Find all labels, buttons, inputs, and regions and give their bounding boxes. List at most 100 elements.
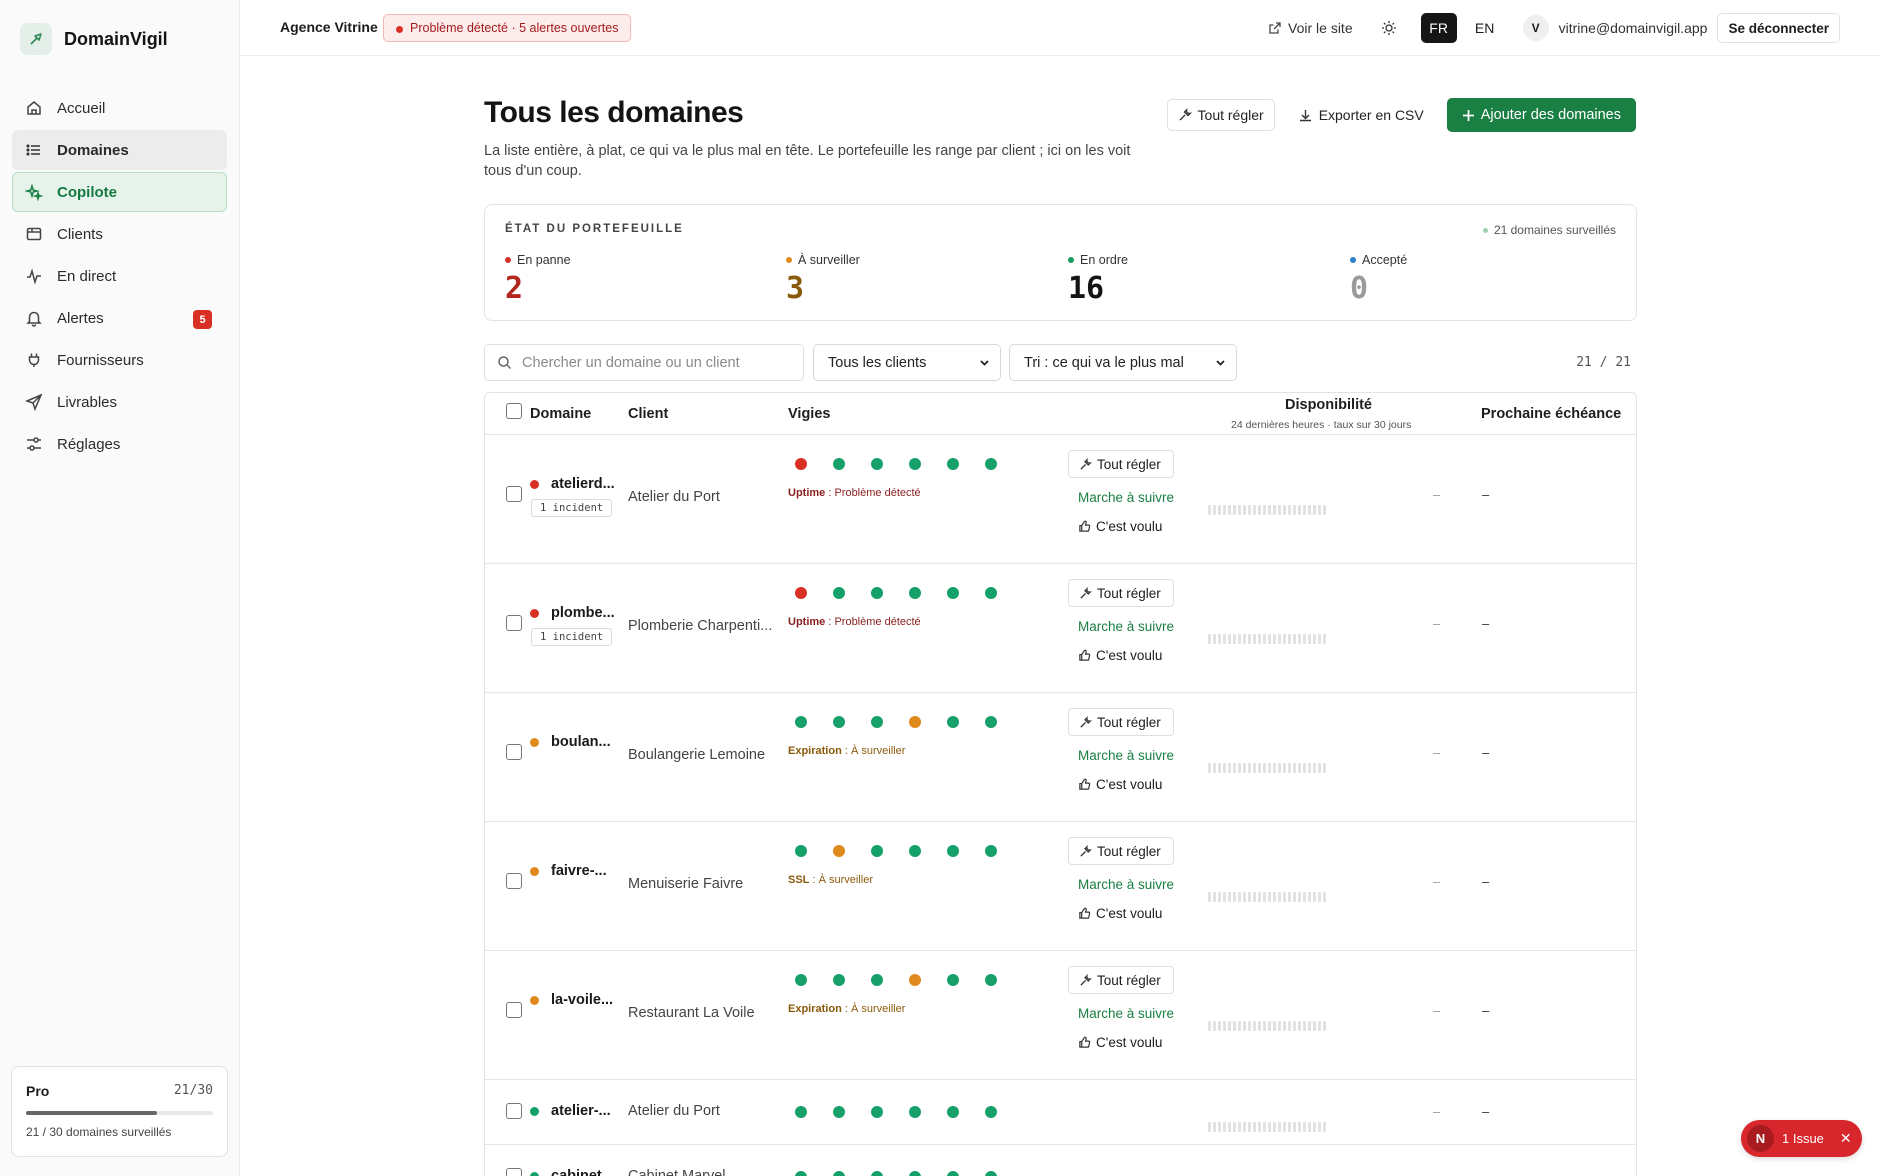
vigie-dot[interactable] [985,1106,997,1118]
row-checkbox[interactable] [506,1002,522,1018]
vigie-dot[interactable] [947,845,959,857]
vigie-dot[interactable] [795,458,807,470]
fix-all-row-button[interactable]: Tout régler [1068,579,1175,607]
table-row[interactable]: plombe... 1 incident Plomberie Charpenti..… [485,564,1636,693]
sidebar-item-accueil[interactable]: Accueil [12,88,227,128]
row-client[interactable]: Restaurant La Voile [628,1005,755,1021]
sidebar-item-copilote[interactable]: Copilote [12,172,227,212]
vigie-dot[interactable] [871,716,883,728]
row-domain[interactable]: cabinet... [551,1168,614,1176]
vigie-dot[interactable] [833,587,845,599]
table-row[interactable]: la-voile... Restaurant La Voile Expiration… [485,951,1636,1080]
vigie-dot[interactable] [909,1106,921,1118]
header-client[interactable]: Client [628,406,668,422]
row-checkbox[interactable] [506,744,522,760]
follow-steps-link[interactable]: Marche à suivre [1068,748,1174,763]
row-client[interactable]: Cabinet Marvel [628,1168,726,1176]
alert-status-pill[interactable]: Problème détecté · 5 alertes ouvertes [383,14,632,42]
issues-toast[interactable]: N 1 Issue ✕ [1741,1120,1862,1157]
vigie-dot[interactable] [985,974,997,986]
row-domain[interactable]: plombe... [551,605,615,621]
vigie-dot[interactable] [871,458,883,470]
lang-en-button[interactable]: EN [1467,13,1503,43]
vigie-dot[interactable] [985,458,997,470]
view-site-link[interactable]: Voir le site [1268,20,1353,36]
lang-fr-button[interactable]: FR [1420,13,1457,43]
avatar[interactable]: V [1522,15,1549,41]
header-next-deadline[interactable]: Prochaine échéance [1481,406,1621,422]
follow-steps-link[interactable]: Marche à suivre [1068,877,1174,892]
row-checkbox[interactable] [506,486,522,502]
export-csv-button[interactable]: Exporter en CSV [1286,99,1435,131]
select-all-checkbox[interactable] [506,403,522,419]
sidebar-item-clients[interactable]: Clients [12,214,227,254]
row-domain[interactable]: faivre-... [551,863,607,879]
intended-button[interactable]: C'est voulu [1068,777,1174,792]
fix-all-row-button[interactable]: Tout régler [1068,708,1175,736]
add-domains-button[interactable]: Ajouter des domaines [1446,98,1636,132]
row-domain[interactable]: atelier-... [551,1103,611,1119]
sidebar-item-livrables[interactable]: Livrables [12,382,227,422]
intended-button[interactable]: C'est voulu [1068,519,1174,534]
vigie-dot[interactable] [871,974,883,986]
stat-en-ordre[interactable]: En ordre 16 [1068,253,1128,306]
vigie-dot[interactable] [833,1171,845,1176]
vigie-dot[interactable] [947,974,959,986]
vigie-dot[interactable] [909,716,921,728]
vigie-dot[interactable] [833,845,845,857]
follow-steps-link[interactable]: Marche à suivre [1068,619,1174,634]
follow-steps-link[interactable]: Marche à suivre [1068,490,1174,505]
row-checkbox[interactable] [506,1103,522,1119]
vigie-dot[interactable] [833,458,845,470]
vigie-dot[interactable] [795,587,807,599]
follow-steps-link[interactable]: Marche à suivre [1068,1006,1174,1021]
sidebar-item-en-direct[interactable]: En direct [12,256,227,296]
vigie-dot[interactable] [947,1171,959,1176]
intended-button[interactable]: C'est voulu [1068,906,1174,921]
row-client[interactable]: Menuiserie Faivre [628,876,743,892]
vigie-dot[interactable] [947,1106,959,1118]
vigie-dot[interactable] [833,974,845,986]
fix-all-row-button[interactable]: Tout régler [1068,837,1175,865]
client-select[interactable]: Tous les clients [813,344,1001,381]
row-client[interactable]: Atelier du Port [628,1103,720,1119]
vigie-dot[interactable] [985,1171,997,1176]
vigie-dot[interactable] [909,1171,921,1176]
header-domain[interactable]: Domaine [530,406,591,422]
vigie-dot[interactable] [947,716,959,728]
vigie-dot[interactable] [833,716,845,728]
vigie-dot[interactable] [871,587,883,599]
vigie-dot[interactable] [985,845,997,857]
table-row[interactable]: faivre-... Menuiserie Faivre SSL : À surve… [485,822,1636,951]
brand[interactable]: DomainVigil [20,23,168,55]
row-checkbox[interactable] [506,1168,522,1176]
stat-en-panne[interactable]: En panne 2 [505,253,571,306]
vigie-dot[interactable] [985,587,997,599]
sidebar-item-fournisseurs[interactable]: Fournisseurs [12,340,227,380]
intended-button[interactable]: C'est voulu [1068,1035,1174,1050]
vigie-dot[interactable] [871,845,883,857]
vigie-dot[interactable] [871,1171,883,1176]
row-domain[interactable]: la-voile... [551,992,613,1008]
search-box[interactable] [484,344,804,381]
vigie-dot[interactable] [795,1106,807,1118]
row-checkbox[interactable] [506,873,522,889]
vigie-dot[interactable] [985,716,997,728]
stat-accepte[interactable]: Accepté 0 [1350,253,1407,306]
row-client[interactable]: Boulangerie Lemoine [628,747,765,763]
plan-card[interactable]: Pro 21/30 21 / 30 domaines surveillés [11,1066,228,1157]
table-row[interactable]: atelierd... 1 incident Atelier du Port Upti… [485,435,1636,564]
logout-button[interactable]: Se déconnecter [1717,13,1840,43]
vigie-dot[interactable] [833,1106,845,1118]
vigie-dot[interactable] [909,587,921,599]
vigie-dot[interactable] [795,1171,807,1176]
vigie-dot[interactable] [909,974,921,986]
sidebar-item-reglages[interactable]: Réglages [12,424,227,464]
vigie-dot[interactable] [795,845,807,857]
table-row[interactable]: atelier-... Atelier du Port – – [485,1080,1636,1145]
vigie-dot[interactable] [947,458,959,470]
sort-select[interactable]: Tri : ce qui va le plus mal [1009,344,1237,381]
close-icon[interactable]: ✕ [1840,1130,1852,1147]
search-input[interactable] [522,354,792,371]
theme-toggle-icon[interactable] [1381,20,1397,36]
